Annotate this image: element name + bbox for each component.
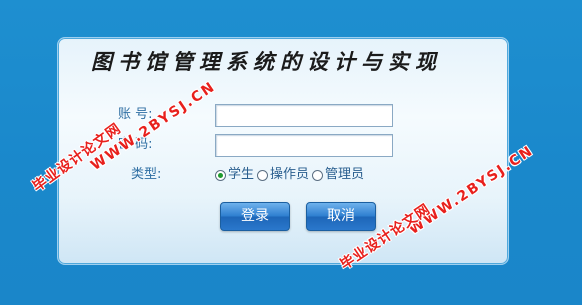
user-type-label: 类型: bbox=[131, 167, 162, 182]
password-input[interactable] bbox=[215, 134, 393, 157]
role-operator-option[interactable]: 操作员 bbox=[257, 166, 312, 184]
role-operator-radio[interactable] bbox=[257, 169, 269, 181]
account-input[interactable] bbox=[215, 104, 393, 127]
role-student-label: 学生 bbox=[228, 167, 255, 182]
role-operator-label: 操作员 bbox=[270, 167, 310, 182]
role-student-radio[interactable] bbox=[215, 169, 226, 181]
role-admin-radio[interactable] bbox=[312, 169, 324, 181]
app-title: 图书馆管理系统的设计与实现 bbox=[91, 49, 442, 74]
cancel-button[interactable]: 取消 bbox=[306, 202, 376, 231]
password-label: 密 码: bbox=[118, 137, 153, 152]
role-admin-label: 管理员 bbox=[325, 167, 365, 182]
account-label: 账 号: bbox=[118, 107, 153, 122]
user-type-radio-group: 学生 操作员 管理员 bbox=[215, 166, 367, 184]
role-admin-option[interactable]: 管理员 bbox=[312, 166, 367, 184]
role-student-option[interactable]: 学生 bbox=[215, 166, 257, 184]
login-button[interactable]: 登录 bbox=[220, 202, 290, 231]
